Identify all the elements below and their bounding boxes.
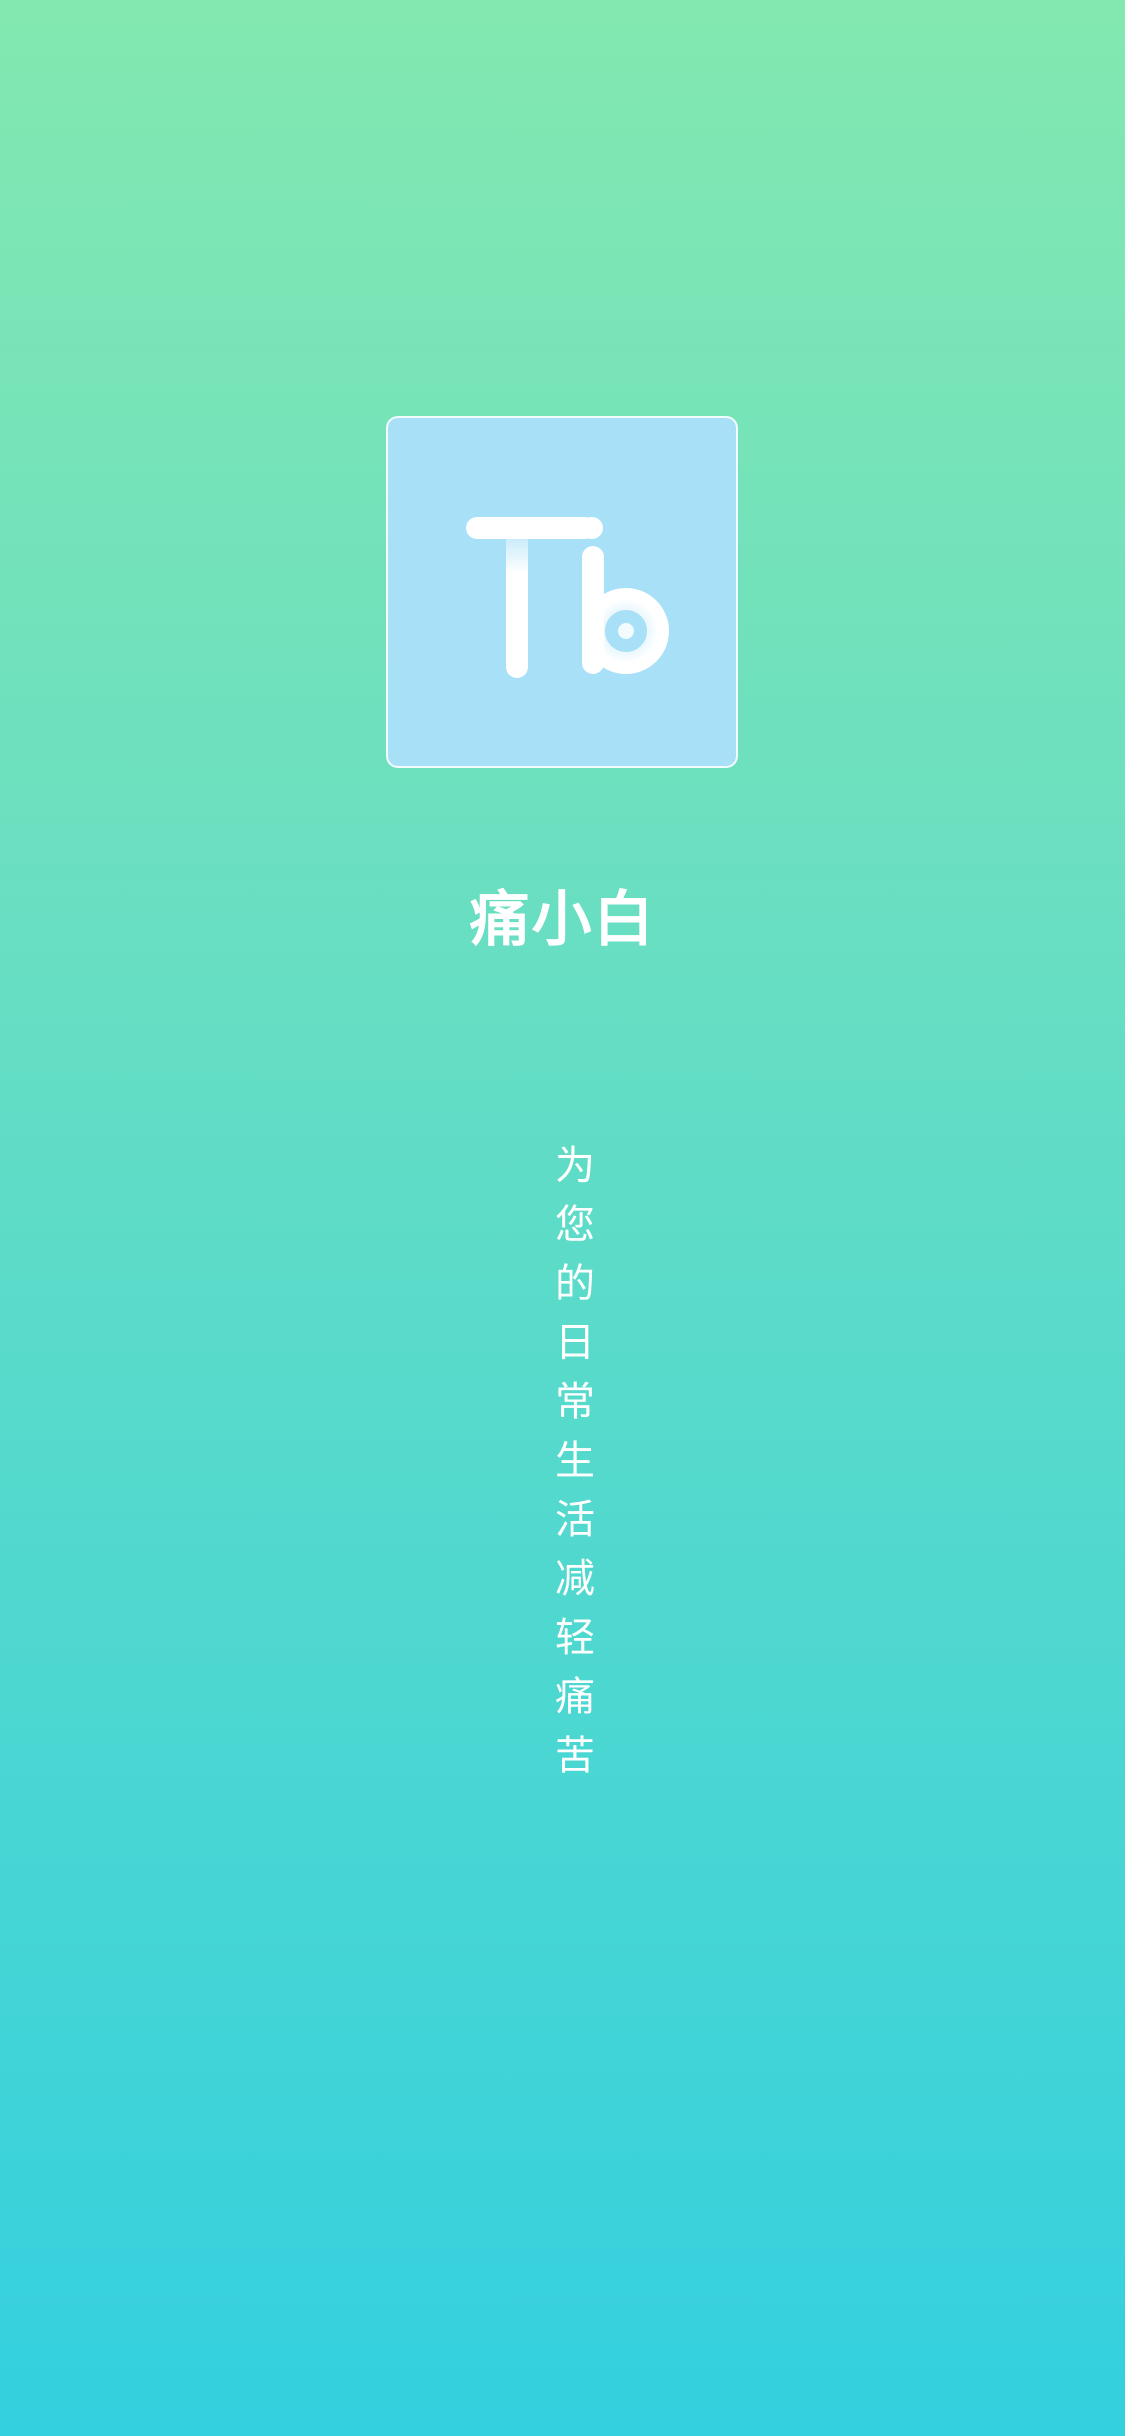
app-title: 痛小白 (469, 885, 656, 955)
tb-logo-icon (466, 517, 669, 678)
app-logo (386, 416, 738, 768)
app-tagline: 为您的日常生活减轻痛苦 (548, 1143, 594, 1793)
